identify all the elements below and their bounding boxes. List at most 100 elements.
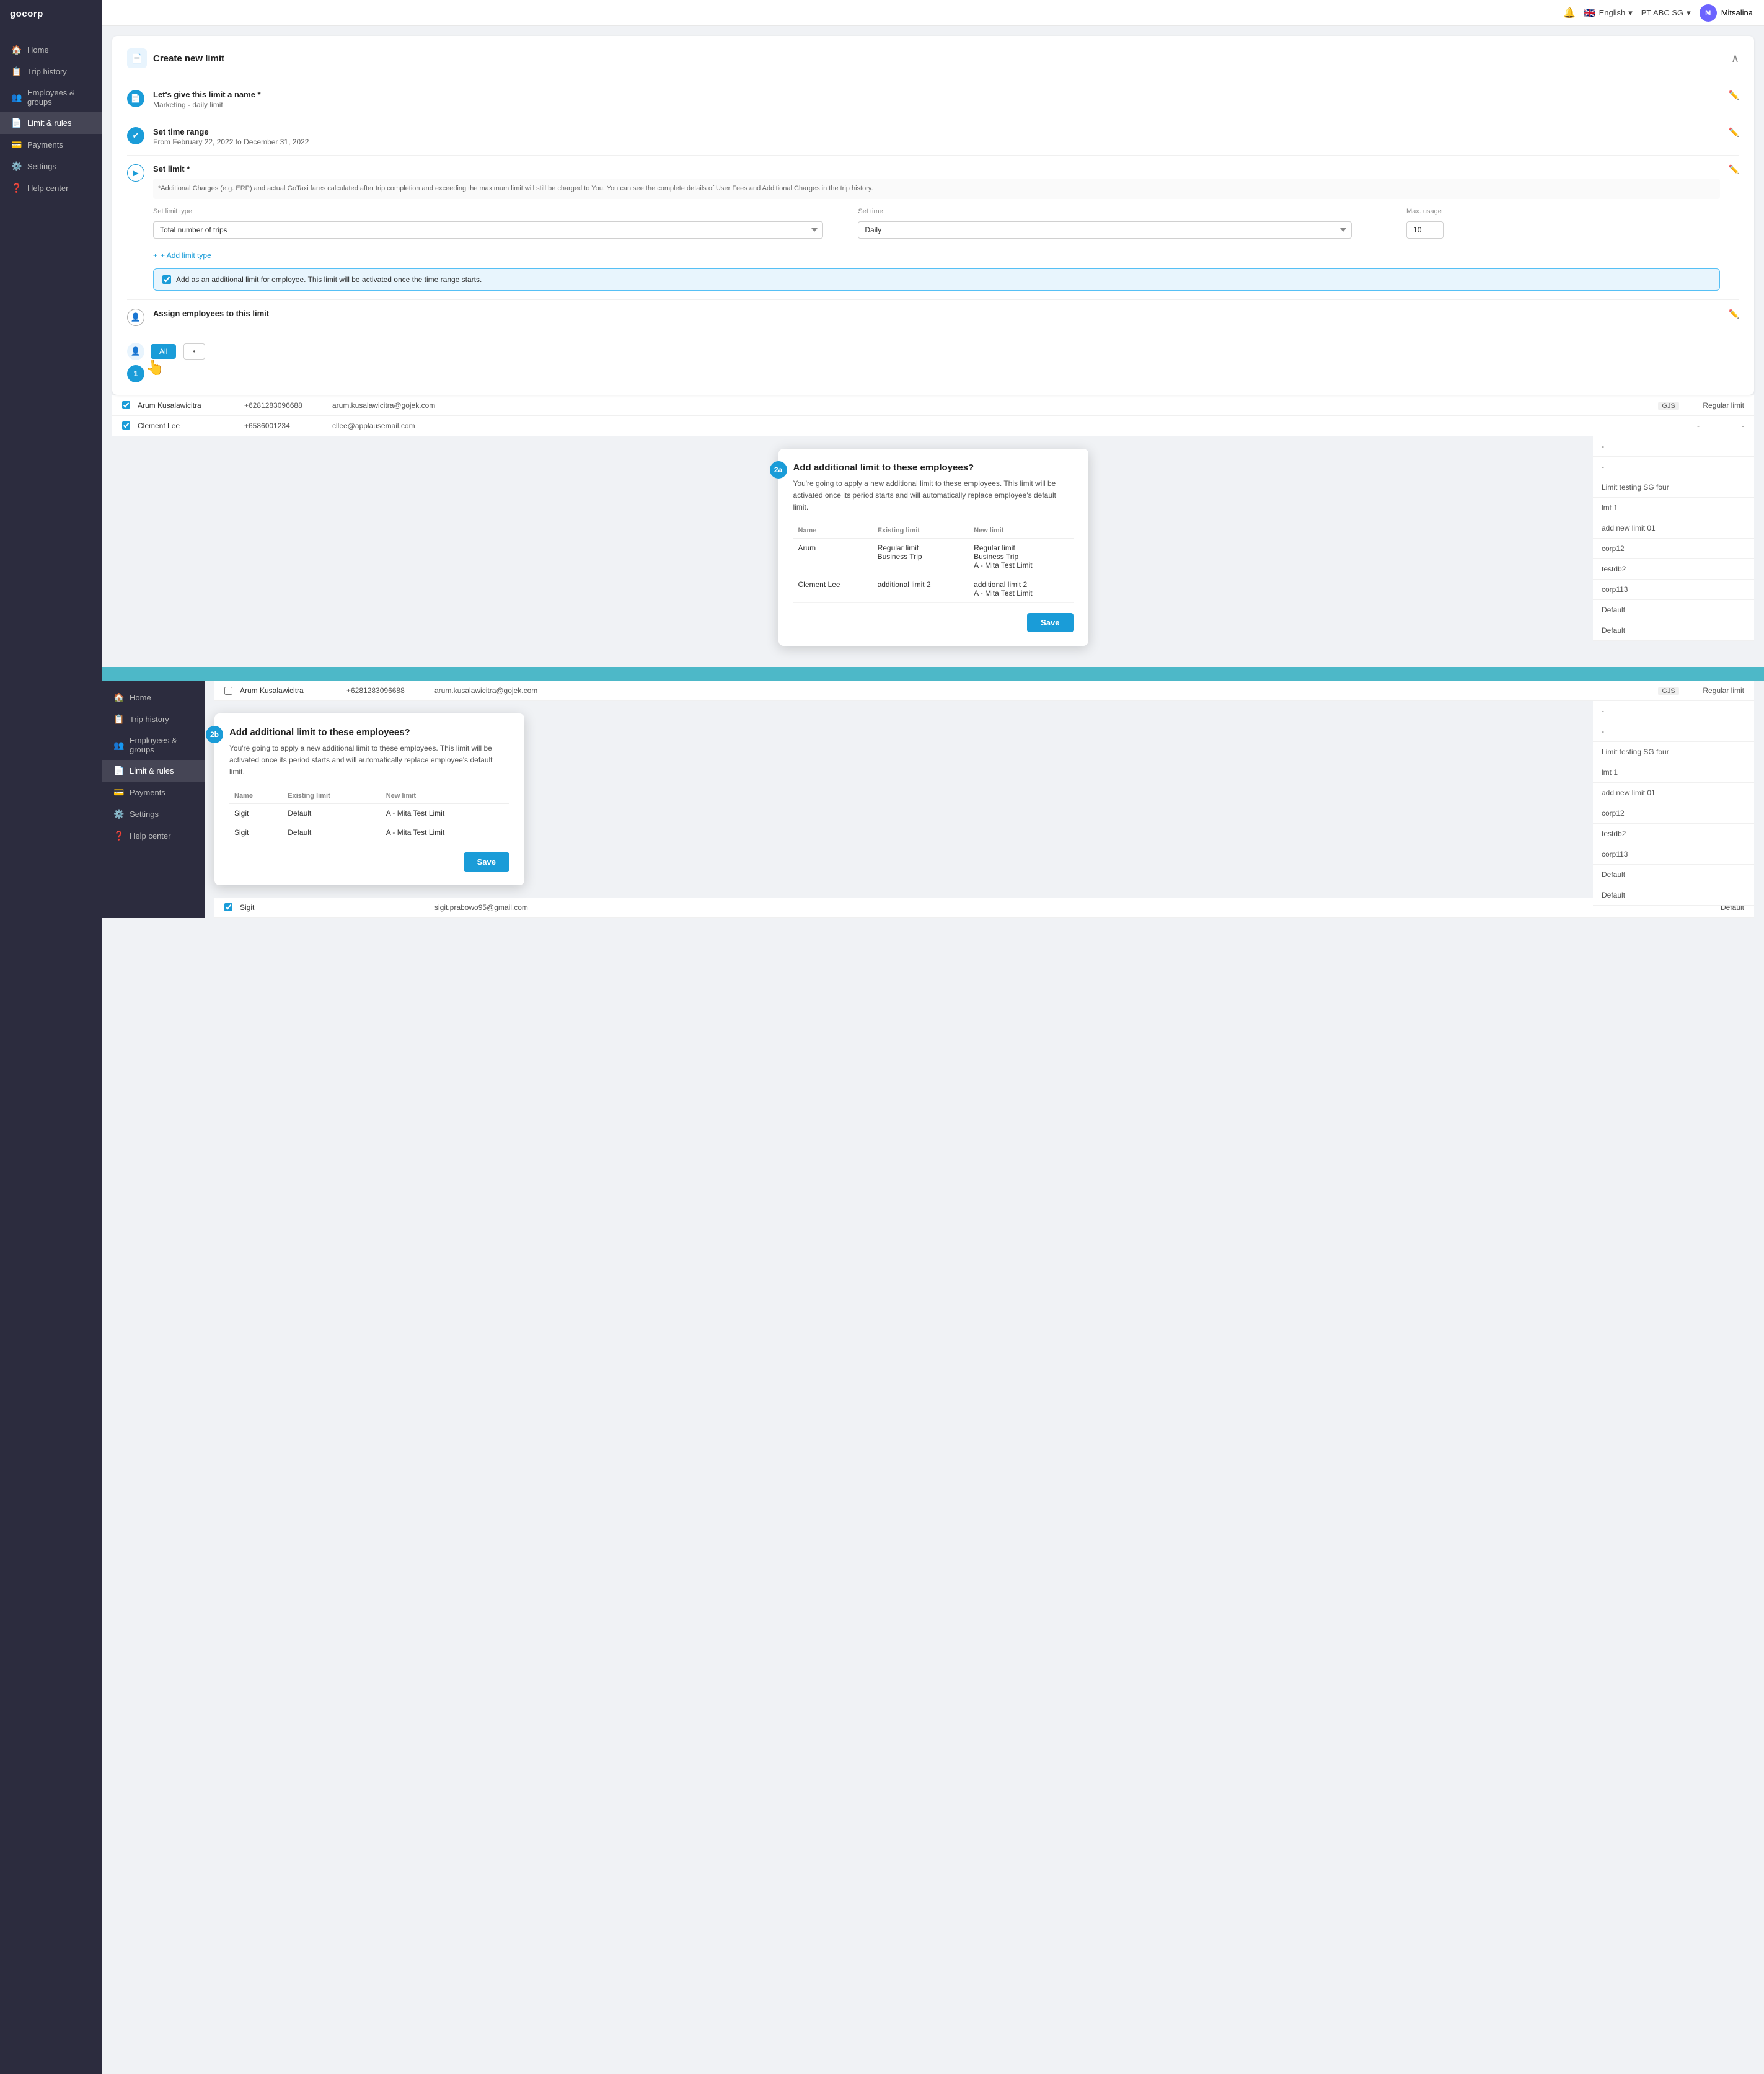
employee-name: Arum Kusalawicitra bbox=[240, 686, 339, 695]
avatar: M bbox=[1700, 4, 1717, 22]
badge-1: 1 bbox=[127, 365, 144, 382]
col-name: Name bbox=[793, 523, 873, 539]
employee-tag: GJS bbox=[1658, 686, 1695, 695]
step-employee-icon: 👤 bbox=[127, 309, 144, 326]
sidebar-item-limit-rules[interactable]: 📄 Limit & rules bbox=[0, 112, 102, 134]
dialog-2b-table: Name Existing limit New limit Sigit Defa… bbox=[229, 788, 509, 842]
row-existing: Default bbox=[283, 823, 381, 842]
col-set-time: Set time bbox=[858, 208, 1406, 219]
sidebar-item-settings[interactable]: ⚙️ Settings bbox=[0, 156, 102, 177]
additional-limit-checkbox[interactable] bbox=[162, 275, 171, 284]
sidebar-item-trip-history[interactable]: 📋 Trip history bbox=[0, 61, 102, 82]
employee-name: Clement Lee bbox=[138, 421, 237, 430]
dialog-2a: 2a Add additional limit to these employe… bbox=[778, 449, 1088, 646]
employee-table-section-1: Arum Kusalawicitra +6281283096688 arum.k… bbox=[112, 395, 1754, 436]
employee-phone: +6586001234 bbox=[244, 421, 325, 430]
collapse-icon[interactable]: ∧ bbox=[1731, 52, 1739, 65]
edit-name-icon[interactable]: ✏️ bbox=[1729, 90, 1739, 100]
sidebar2-settings[interactable]: ⚙️ Settings bbox=[102, 803, 205, 825]
flag-icon: 🇬🇧 bbox=[1584, 7, 1596, 19]
sidebar-item-employees[interactable]: 👥 Employees & groups bbox=[0, 82, 102, 112]
checkbox-label: Add as an additional limit for employee.… bbox=[176, 275, 482, 284]
sidebar-label-limit: Limit & rules bbox=[27, 118, 72, 128]
dialog-2a-title: Add additional limit to these employees? bbox=[793, 462, 1074, 473]
sidebar2-trip[interactable]: 📋 Trip history bbox=[102, 708, 205, 730]
dialog-2b-box: Add additional limit to these employees?… bbox=[214, 713, 524, 885]
row-name: Sigit bbox=[229, 823, 283, 842]
sidebar2-help[interactable]: ❓ Help center bbox=[102, 825, 205, 847]
row-checkbox-arum2[interactable] bbox=[224, 687, 232, 695]
dialog-2a-table: Name Existing limit New limit Arum Regul… bbox=[793, 523, 1074, 603]
dialog-2b-save-button[interactable]: Save bbox=[464, 852, 509, 872]
set-time-select[interactable]: Daily bbox=[858, 221, 1351, 239]
sidebar2-limit[interactable]: 📄 Limit & rules bbox=[102, 760, 205, 782]
row-new: additional limit 2A - Mita Test Limit bbox=[969, 575, 1073, 603]
employee-email: arum.kusalawicitra@gojek.com bbox=[434, 686, 1651, 695]
sidebar2-employees[interactable]: 👥 Employees & groups bbox=[102, 730, 205, 760]
col-limit-type: Set limit type bbox=[153, 208, 858, 219]
sidebar-item-payments[interactable]: 💳 Payments bbox=[0, 134, 102, 156]
edit-time-icon[interactable]: ✏️ bbox=[1729, 127, 1739, 138]
row-checkbox-arum[interactable] bbox=[122, 401, 130, 409]
help-icon: ❓ bbox=[11, 183, 21, 193]
dialog-2b-desc: You're going to apply a new additional l… bbox=[229, 743, 509, 779]
dialog-2a-save-button[interactable]: Save bbox=[1027, 613, 1073, 632]
sidebar-label-help: Help center bbox=[27, 183, 68, 193]
section-2-main: Arum Kusalawicitra +6281283096688 arum.k… bbox=[205, 681, 1764, 918]
step-employee-content: Assign employees to this limit bbox=[153, 309, 1720, 319]
step-limit-icon: ▶ bbox=[127, 164, 144, 182]
sidebar-label-employees: Employees & groups bbox=[27, 88, 91, 107]
dialog-2b: 2b Add additional limit to these employe… bbox=[214, 713, 524, 885]
table-row: Sigit Default A - Mita Test Limit bbox=[229, 823, 509, 842]
section2-table: Arum Kusalawicitra +6281283096688 arum.k… bbox=[214, 681, 1754, 701]
user-menu[interactable]: M Mitsalina bbox=[1700, 4, 1753, 22]
sidebar-label-settings: Settings bbox=[27, 162, 56, 171]
all-employees-button[interactable]: All bbox=[151, 344, 176, 359]
edit-employee-icon[interactable]: ✏️ bbox=[1729, 309, 1739, 319]
edit-limit-icon[interactable]: ✏️ bbox=[1729, 164, 1739, 175]
limit-type-table: Set limit type Set time Max. usage Total… bbox=[153, 208, 1720, 241]
table-row: Arum Kusalawicitra +6281283096688 arum.k… bbox=[112, 395, 1754, 416]
settings-icon: ⚙️ bbox=[11, 161, 21, 172]
sidebar2-home[interactable]: 🏠 Home bbox=[102, 687, 205, 708]
right-limit-list-2: - - Limit testing SG four lmt 1 add new … bbox=[1593, 701, 1754, 906]
trip-icon: 📋 bbox=[11, 66, 21, 77]
step-time-icon: ✔ bbox=[127, 127, 144, 144]
sidebar: gocorp 🏠 Home 📋 Trip history 👥 Employees… bbox=[0, 0, 102, 2074]
company-selector[interactable]: PT ABC SG ▾ bbox=[1641, 8, 1691, 18]
col-max-usage: Max. usage bbox=[1406, 208, 1720, 219]
step-limit-title: Set limit * bbox=[153, 164, 1720, 174]
employees-icon: 👥 bbox=[11, 92, 21, 103]
employee-phone: +6281283096688 bbox=[244, 401, 325, 410]
step-time-row: ✔ Set time range From February 22, 2022 … bbox=[127, 118, 1739, 155]
topbar: 🔔 🇬🇧 English ▾ PT ABC SG ▾ M Mitsalina bbox=[102, 0, 1764, 26]
employee-tag: GJS bbox=[1658, 401, 1695, 410]
panel-title: 📄 Create new limit bbox=[127, 48, 224, 68]
limit-note: *Additional Charges (e.g. ERP) and actua… bbox=[153, 179, 1720, 199]
logo: gocorp bbox=[0, 0, 102, 28]
limit-type-select[interactable]: Total number of trips bbox=[153, 221, 823, 239]
step-time-content: Set time range From February 22, 2022 to… bbox=[153, 127, 1720, 146]
sidebar-section-2: 🏠 Home 📋 Trip history 👥 Employees & grou… bbox=[102, 681, 205, 918]
badge-2a: 2a bbox=[770, 461, 787, 479]
sidebar2-payments[interactable]: 💳 Payments bbox=[102, 782, 205, 803]
assign-nav-row: 👤 All • bbox=[127, 335, 1739, 360]
employee-email: cllee@applausemail.com bbox=[332, 421, 1690, 430]
payments-icon: 💳 bbox=[11, 139, 21, 150]
step-name-content: Let's give this limit a name * Marketing… bbox=[153, 90, 1720, 109]
row-checkbox-clement[interactable] bbox=[122, 421, 130, 430]
badge-2b: 2b bbox=[206, 726, 223, 743]
dialog-2a-region: - - Limit testing SG four lmt 1 add new … bbox=[112, 436, 1754, 659]
employee-email: sigit.prabowo95@gmail.com bbox=[434, 903, 1669, 912]
step-time-title: Set time range bbox=[153, 127, 1720, 136]
sidebar-item-home[interactable]: 🏠 Home bbox=[0, 39, 102, 61]
row-checkbox-sigit[interactable] bbox=[224, 903, 232, 911]
dialog-2a-wrapper: - - Limit testing SG four lmt 1 add new … bbox=[112, 436, 1754, 659]
language-selector[interactable]: 🇬🇧 English ▾ bbox=[1584, 7, 1633, 19]
add-limit-type-button[interactable]: + + Add limit type bbox=[153, 249, 211, 262]
selected-employees-button[interactable]: • bbox=[183, 343, 205, 360]
max-usage-input[interactable] bbox=[1406, 221, 1444, 239]
notification-bell[interactable]: 🔔 bbox=[1563, 7, 1576, 19]
section-divider-1 bbox=[102, 667, 1764, 681]
sidebar-item-help[interactable]: ❓ Help center bbox=[0, 177, 102, 199]
